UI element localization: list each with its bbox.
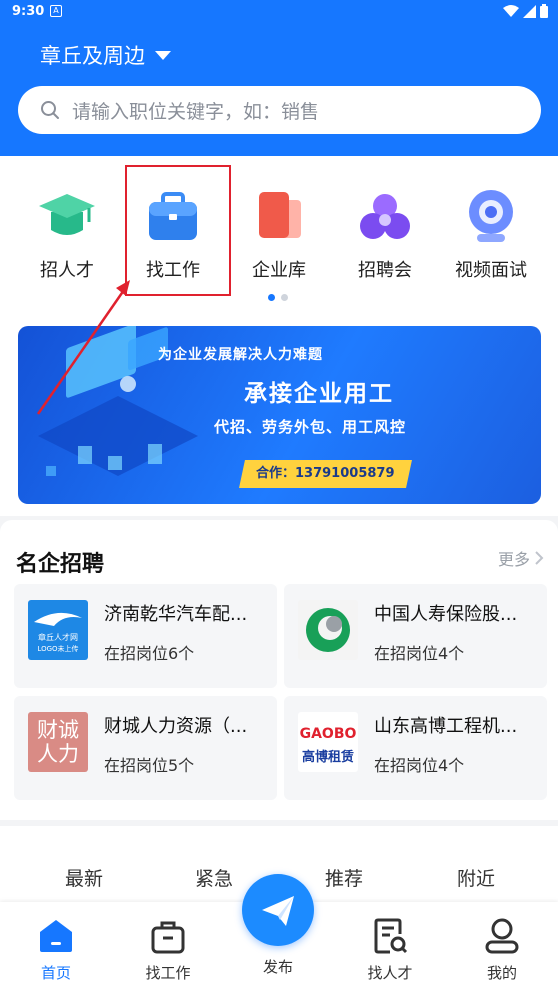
chevron-right-icon	[535, 551, 544, 565]
publish-button[interactable]	[242, 874, 314, 946]
page-dot	[281, 294, 288, 301]
logo-subtext: 高博租赁	[301, 750, 354, 765]
page-dot-active	[268, 294, 275, 301]
tab-recommended[interactable]: 推荐	[304, 864, 384, 891]
search-input[interactable]: 请输入职位关键字，如：销售	[18, 86, 541, 134]
search-icon	[41, 101, 59, 119]
location-label: 章丘及周边	[40, 44, 145, 68]
menu-item-recruit[interactable]: 招人才	[12, 186, 122, 282]
job-count: 在招岗位4个	[374, 644, 465, 663]
tab-nearby[interactable]: 附近	[436, 864, 516, 891]
company-logo: 章丘人才网 LOGO未上传	[28, 600, 88, 660]
job-count: 在招岗位4个	[374, 756, 465, 775]
company-card[interactable]: 章丘人才网 LOGO未上传 济南乾华汽车配... 在招岗位6个	[14, 584, 277, 688]
job-count: 在招岗位6个	[104, 644, 195, 663]
banner-contact: 合作：13791005879	[239, 460, 412, 488]
menu-label: 招聘会	[358, 260, 412, 281]
job-count: 在招岗位5个	[104, 756, 195, 775]
home-icon	[36, 916, 76, 956]
paper-plane-icon	[262, 896, 294, 926]
banner-main-text: 承接企业用工	[244, 381, 394, 407]
section-title: 名企招聘	[16, 552, 105, 577]
menu-label: 招人才	[40, 260, 94, 281]
company-logo: GAOBO 高博租赁	[298, 712, 358, 772]
job-fair-icon	[355, 186, 415, 246]
company-name: 中国人寿保险股...	[374, 604, 518, 625]
page-indicator	[268, 294, 288, 301]
logo-text: 章丘人才网	[38, 633, 78, 642]
menu-item-job-fair[interactable]: 招聘会	[330, 186, 440, 282]
nav-find-talent[interactable]: 找人才	[350, 916, 430, 983]
menu-item-video-interview[interactable]: 视频面试	[436, 186, 546, 282]
quick-menu: 招人才 找工作 企业库 招聘会 视频面试	[0, 156, 558, 310]
company-card[interactable]: 中国人寿保险股... 在招岗位4个	[284, 584, 547, 688]
banner-contact-text: 合作：13791005879	[256, 466, 395, 481]
user-icon	[482, 916, 522, 956]
status-time: 9:30	[12, 4, 45, 19]
company-book-icon	[249, 186, 309, 246]
company-name: 财城人力资源（...	[104, 716, 248, 737]
china-life-logo-icon	[306, 608, 350, 652]
menu-label: 视频面试	[455, 260, 527, 281]
signal-icon	[523, 4, 536, 18]
video-camera-icon	[461, 186, 521, 246]
highlight-box	[125, 165, 231, 296]
notification-icon: A	[50, 5, 62, 17]
logo-text: GAOBO	[299, 726, 357, 742]
company-name: 山东高博工程机...	[374, 716, 518, 737]
banner-section: 为企业发展解决人力难题 承接企业用工 代招、劳务外包、用工风控 合作：13791…	[0, 310, 558, 516]
promo-banner[interactable]: 为企业发展解决人力难题 承接企业用工 代招、劳务外包、用工风控 合作：13791…	[18, 326, 541, 504]
location-selector[interactable]: 章丘及周边	[40, 40, 171, 70]
wifi-icon	[503, 4, 519, 17]
status-bar: 9:30 A	[0, 0, 558, 24]
more-link[interactable]: 更多	[498, 546, 544, 570]
chevron-down-icon	[155, 50, 171, 60]
briefcase-outline-icon	[148, 916, 188, 956]
banner-sub-text: 代招、劳务外包、用工风控	[214, 418, 407, 436]
tab-latest[interactable]: 最新	[44, 864, 124, 891]
company-card[interactable]: 财诚人力 财城人力资源（... 在招岗位5个	[14, 696, 277, 800]
nav-find-job[interactable]: 找工作	[128, 916, 208, 983]
resume-search-icon	[370, 916, 410, 956]
nav-label: 找人才	[367, 964, 413, 982]
banner-top-text: 为企业发展解决人力难题	[158, 347, 323, 363]
more-label: 更多	[497, 550, 530, 569]
company-name: 济南乾华汽车配...	[104, 604, 248, 625]
company-logo	[298, 600, 358, 660]
nav-mine[interactable]: 我的	[462, 916, 542, 983]
logo-text: 财诚人力	[37, 718, 79, 766]
nav-label: 首页	[40, 964, 71, 982]
company-logo: 财诚人力	[28, 712, 88, 772]
status-icons	[503, 4, 548, 18]
battery-icon	[540, 4, 548, 18]
logo-subtext: LOGO未上传	[37, 645, 79, 653]
nav-label: 我的	[486, 964, 517, 982]
publish-label: 发布	[262, 958, 293, 976]
graduation-cap-icon	[37, 186, 97, 246]
search-placeholder: 请输入职位关键字，如：销售	[72, 100, 320, 123]
nav-label: 找工作	[145, 964, 191, 982]
company-section: 名企招聘 更多 章丘人才网 LOGO未上传 济南乾华汽车配... 在招岗位6个 …	[0, 520, 558, 820]
header: 9:30 A 章丘及周边 请输入职位关键字，如：销售	[0, 0, 558, 156]
company-card[interactable]: GAOBO 高博租赁 山东高博工程机... 在招岗位4个	[284, 696, 547, 800]
menu-item-company-library[interactable]: 企业库	[224, 186, 334, 282]
nav-home[interactable]: 首页	[16, 916, 96, 983]
menu-label: 企业库	[252, 260, 306, 281]
